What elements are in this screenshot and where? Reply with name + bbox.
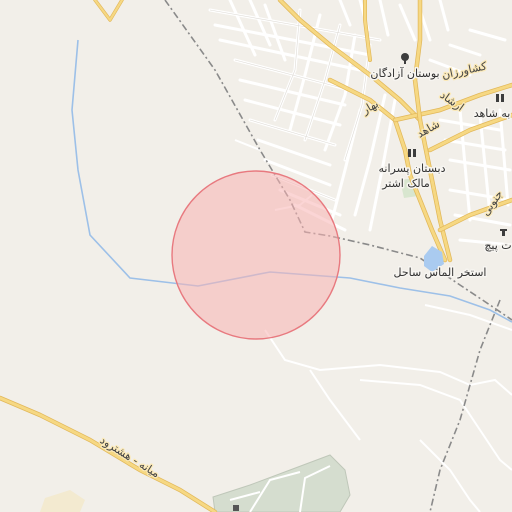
label-shahed-right: به شاهد — [474, 107, 511, 120]
search-radius-circle[interactable] — [171, 170, 341, 340]
map-canvas[interactable]: بوستان آزادگان کشاورزان ارشاد شاهد بهار … — [0, 0, 512, 512]
label-school-line1: دبستان پسرانه — [379, 162, 446, 175]
label-pich: ت پیچ — [484, 239, 511, 252]
marker-icon[interactable] — [233, 505, 239, 511]
label-park: بوستان آزادگان — [370, 66, 439, 80]
label-school-line2: مالک اشتر — [381, 177, 430, 190]
map-view[interactable]: بوستان آزادگان کشاورزان ارشاد شاهد بهار … — [0, 0, 512, 512]
label-lake: استخر الماس ساحل — [393, 266, 486, 279]
